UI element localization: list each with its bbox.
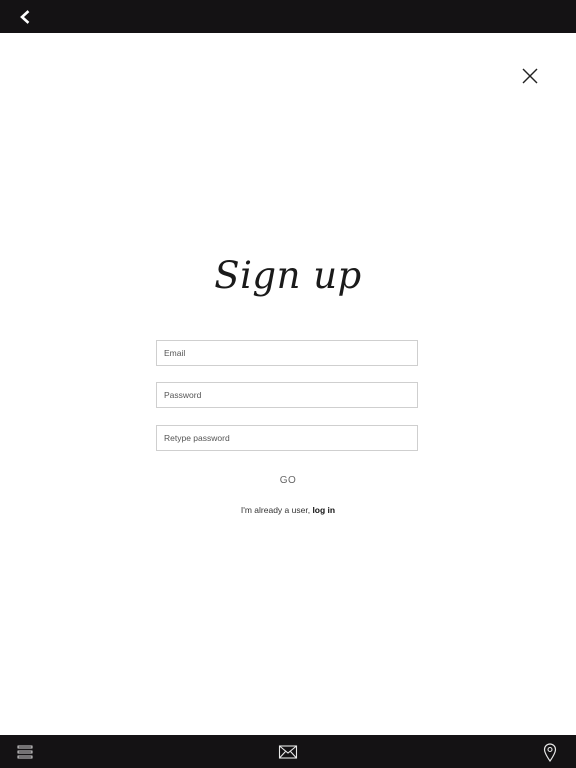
mail-button[interactable] [277, 743, 299, 761]
top-bar [0, 0, 576, 33]
location-button[interactable] [541, 741, 559, 763]
back-button[interactable] [14, 6, 36, 28]
chevron-left-icon [20, 10, 30, 24]
close-button[interactable] [518, 64, 542, 88]
menu-button[interactable] [15, 743, 35, 761]
menu-icon [17, 745, 33, 759]
password-field[interactable] [156, 382, 418, 408]
retype-password-field[interactable] [156, 425, 418, 451]
go-button[interactable]: GO [268, 472, 308, 488]
location-pin-icon [543, 743, 557, 763]
page-title: Sign up [214, 254, 362, 297]
login-prompt: I'm already a user, log in [0, 505, 576, 515]
bottom-bar [0, 735, 576, 768]
log-in-link[interactable]: log in [312, 505, 335, 515]
close-icon [522, 68, 538, 84]
already-user-text: I'm already a user, [240, 505, 311, 515]
mail-icon [278, 745, 298, 759]
email-field[interactable] [156, 340, 418, 366]
